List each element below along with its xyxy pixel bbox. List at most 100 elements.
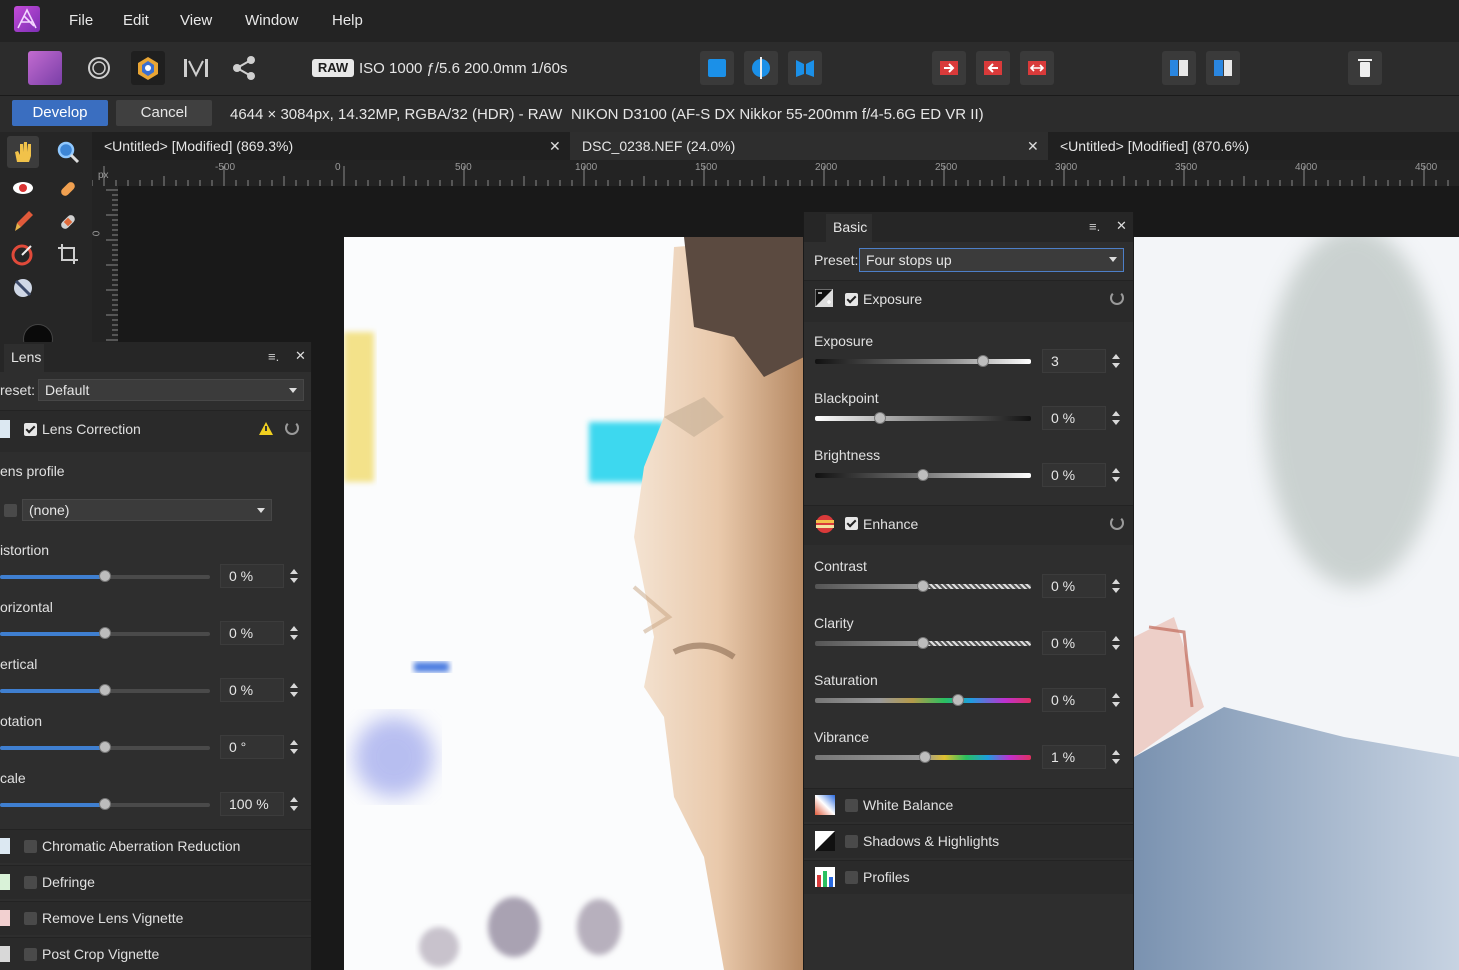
basic-slider-knob[interactable] xyxy=(919,751,931,763)
menu-window[interactable]: Window xyxy=(245,12,298,29)
basic-slider-knob[interactable] xyxy=(917,580,929,592)
lens-correction-checkbox[interactable] xyxy=(24,423,37,436)
lens-preset-dropdown[interactable]: Default xyxy=(38,379,304,401)
basic-slider-value[interactable]: 0 % xyxy=(1042,463,1106,487)
spinner-icon[interactable] xyxy=(289,681,299,699)
trash-icon[interactable] xyxy=(1348,51,1382,85)
liquify-persona-icon[interactable] xyxy=(82,51,116,85)
basic-slider-knob[interactable] xyxy=(977,355,989,367)
basic-preset-dropdown[interactable]: Four stops up xyxy=(859,248,1124,272)
zoom-tool-icon[interactable] xyxy=(52,136,84,168)
brush-tool-icon[interactable] xyxy=(7,205,39,237)
swap-right-icon[interactable] xyxy=(976,51,1010,85)
menu-help[interactable]: Help xyxy=(332,12,363,29)
ruler-tick-label: 3000 xyxy=(1055,162,1078,173)
basic-slider-track[interactable] xyxy=(815,359,1031,364)
close-icon[interactable]: ✕ xyxy=(1116,218,1127,234)
lens-slider-value[interactable]: 0 % xyxy=(220,678,284,702)
panel-left-icon[interactable] xyxy=(1162,51,1196,85)
lens-slider-knob[interactable] xyxy=(99,570,111,582)
lens-profile-label: ens profile xyxy=(0,463,65,479)
basic-panel-tab[interactable]: Basic xyxy=(833,219,867,235)
spinner-icon[interactable] xyxy=(289,738,299,756)
panel-right-icon[interactable] xyxy=(1206,51,1240,85)
hand-tool-icon[interactable] xyxy=(7,136,39,168)
basic-section-label: Profiles xyxy=(863,869,910,885)
spinner-icon[interactable] xyxy=(289,567,299,585)
red-eye-tool-icon[interactable] xyxy=(7,172,39,204)
lens-slider-knob[interactable] xyxy=(99,627,111,639)
tab-untitled-1[interactable]: <Untitled> [Modified] (869.3%) xyxy=(92,132,570,160)
spinner-icon[interactable] xyxy=(1111,352,1121,370)
lens-section-checkbox[interactable] xyxy=(24,876,37,889)
basic-slider-value[interactable]: 0 % xyxy=(1042,631,1106,655)
develop-button[interactable]: Develop xyxy=(12,100,108,126)
basic-slider-track[interactable] xyxy=(815,698,1031,703)
swap-left-icon[interactable] xyxy=(932,51,966,85)
spinner-icon[interactable] xyxy=(1111,691,1121,709)
lens-slider-knob[interactable] xyxy=(99,741,111,753)
lens-panel-tab[interactable]: Lens xyxy=(11,349,41,365)
reset-icon[interactable] xyxy=(1110,516,1124,530)
basic-slider-knob[interactable] xyxy=(917,469,929,481)
photo-persona-icon[interactable] xyxy=(28,51,62,85)
exposure-checkbox[interactable] xyxy=(845,293,858,306)
lens-slider-knob[interactable] xyxy=(99,684,111,696)
lens-slider-knob[interactable] xyxy=(99,798,111,810)
basic-slider-value[interactable]: 0 % xyxy=(1042,406,1106,430)
close-icon[interactable]: ✕ xyxy=(549,138,561,155)
spinner-icon[interactable] xyxy=(1111,634,1121,652)
share-icon[interactable] xyxy=(227,51,261,85)
spinner-icon[interactable] xyxy=(1111,748,1121,766)
crop-tool-icon[interactable] xyxy=(52,238,84,270)
reset-icon[interactable] xyxy=(285,421,299,435)
spinner-icon[interactable] xyxy=(1111,577,1121,595)
view-single-icon[interactable] xyxy=(700,51,734,85)
view-mirror-icon[interactable] xyxy=(788,51,822,85)
reset-icon[interactable] xyxy=(1110,291,1124,305)
spinner-icon[interactable] xyxy=(289,624,299,642)
lens-profile-checkbox[interactable] xyxy=(4,504,17,517)
cancel-button[interactable]: Cancel xyxy=(116,100,212,126)
basic-section-checkbox[interactable] xyxy=(845,835,858,848)
white-balance-picker-icon[interactable] xyxy=(7,272,39,304)
basic-section-checkbox[interactable] xyxy=(845,871,858,884)
patch-tool-icon[interactable] xyxy=(52,205,84,237)
basic-slider-knob[interactable] xyxy=(874,412,886,424)
panel-menu-icon[interactable]: ≡. xyxy=(1089,219,1100,234)
menu-view[interactable]: View xyxy=(180,12,212,29)
lens-profile-dropdown[interactable]: (none) xyxy=(22,499,272,521)
spinner-icon[interactable] xyxy=(1111,466,1121,484)
menu-file[interactable]: File xyxy=(69,12,93,29)
lens-slider-value[interactable]: 0 % xyxy=(220,564,284,588)
basic-slider-value[interactable]: 1 % xyxy=(1042,745,1106,769)
basic-section-checkbox[interactable] xyxy=(845,799,858,812)
lens-section-checkbox[interactable] xyxy=(24,912,37,925)
lens-slider-value[interactable]: 0 ° xyxy=(220,735,284,759)
tone-mapping-persona-icon[interactable] xyxy=(179,51,213,85)
basic-slider-track[interactable] xyxy=(815,416,1031,421)
basic-slider-value[interactable]: 3 xyxy=(1042,349,1106,373)
lens-slider-value[interactable]: 0 % xyxy=(220,621,284,645)
enhance-checkbox[interactable] xyxy=(845,517,858,530)
lens-slider-value[interactable]: 100 % xyxy=(220,792,284,816)
panel-menu-icon[interactable]: ≡. xyxy=(268,349,279,364)
close-icon[interactable]: ✕ xyxy=(1027,138,1039,155)
develop-persona-icon[interactable] xyxy=(131,51,165,85)
basic-slider-value[interactable]: 0 % xyxy=(1042,688,1106,712)
view-split-icon[interactable] xyxy=(744,51,778,85)
gradient-tool-icon[interactable] xyxy=(7,238,39,270)
lens-section-checkbox[interactable] xyxy=(24,840,37,853)
menu-edit[interactable]: Edit xyxy=(123,12,149,29)
swap-both-icon[interactable] xyxy=(1020,51,1054,85)
tab-dsc-0238[interactable]: DSC_0238.NEF (24.0%) xyxy=(570,132,1048,160)
tab-untitled-2[interactable]: <Untitled> [Modified] (870.6%) xyxy=(1048,132,1459,160)
basic-slider-knob[interactable] xyxy=(952,694,964,706)
close-icon[interactable]: ✕ xyxy=(295,348,306,364)
spinner-icon[interactable] xyxy=(289,795,299,813)
lens-section-checkbox[interactable] xyxy=(24,948,37,961)
healing-brush-icon[interactable] xyxy=(52,172,84,204)
spinner-icon[interactable] xyxy=(1111,409,1121,427)
basic-slider-value[interactable]: 0 % xyxy=(1042,574,1106,598)
basic-slider-knob[interactable] xyxy=(917,637,929,649)
